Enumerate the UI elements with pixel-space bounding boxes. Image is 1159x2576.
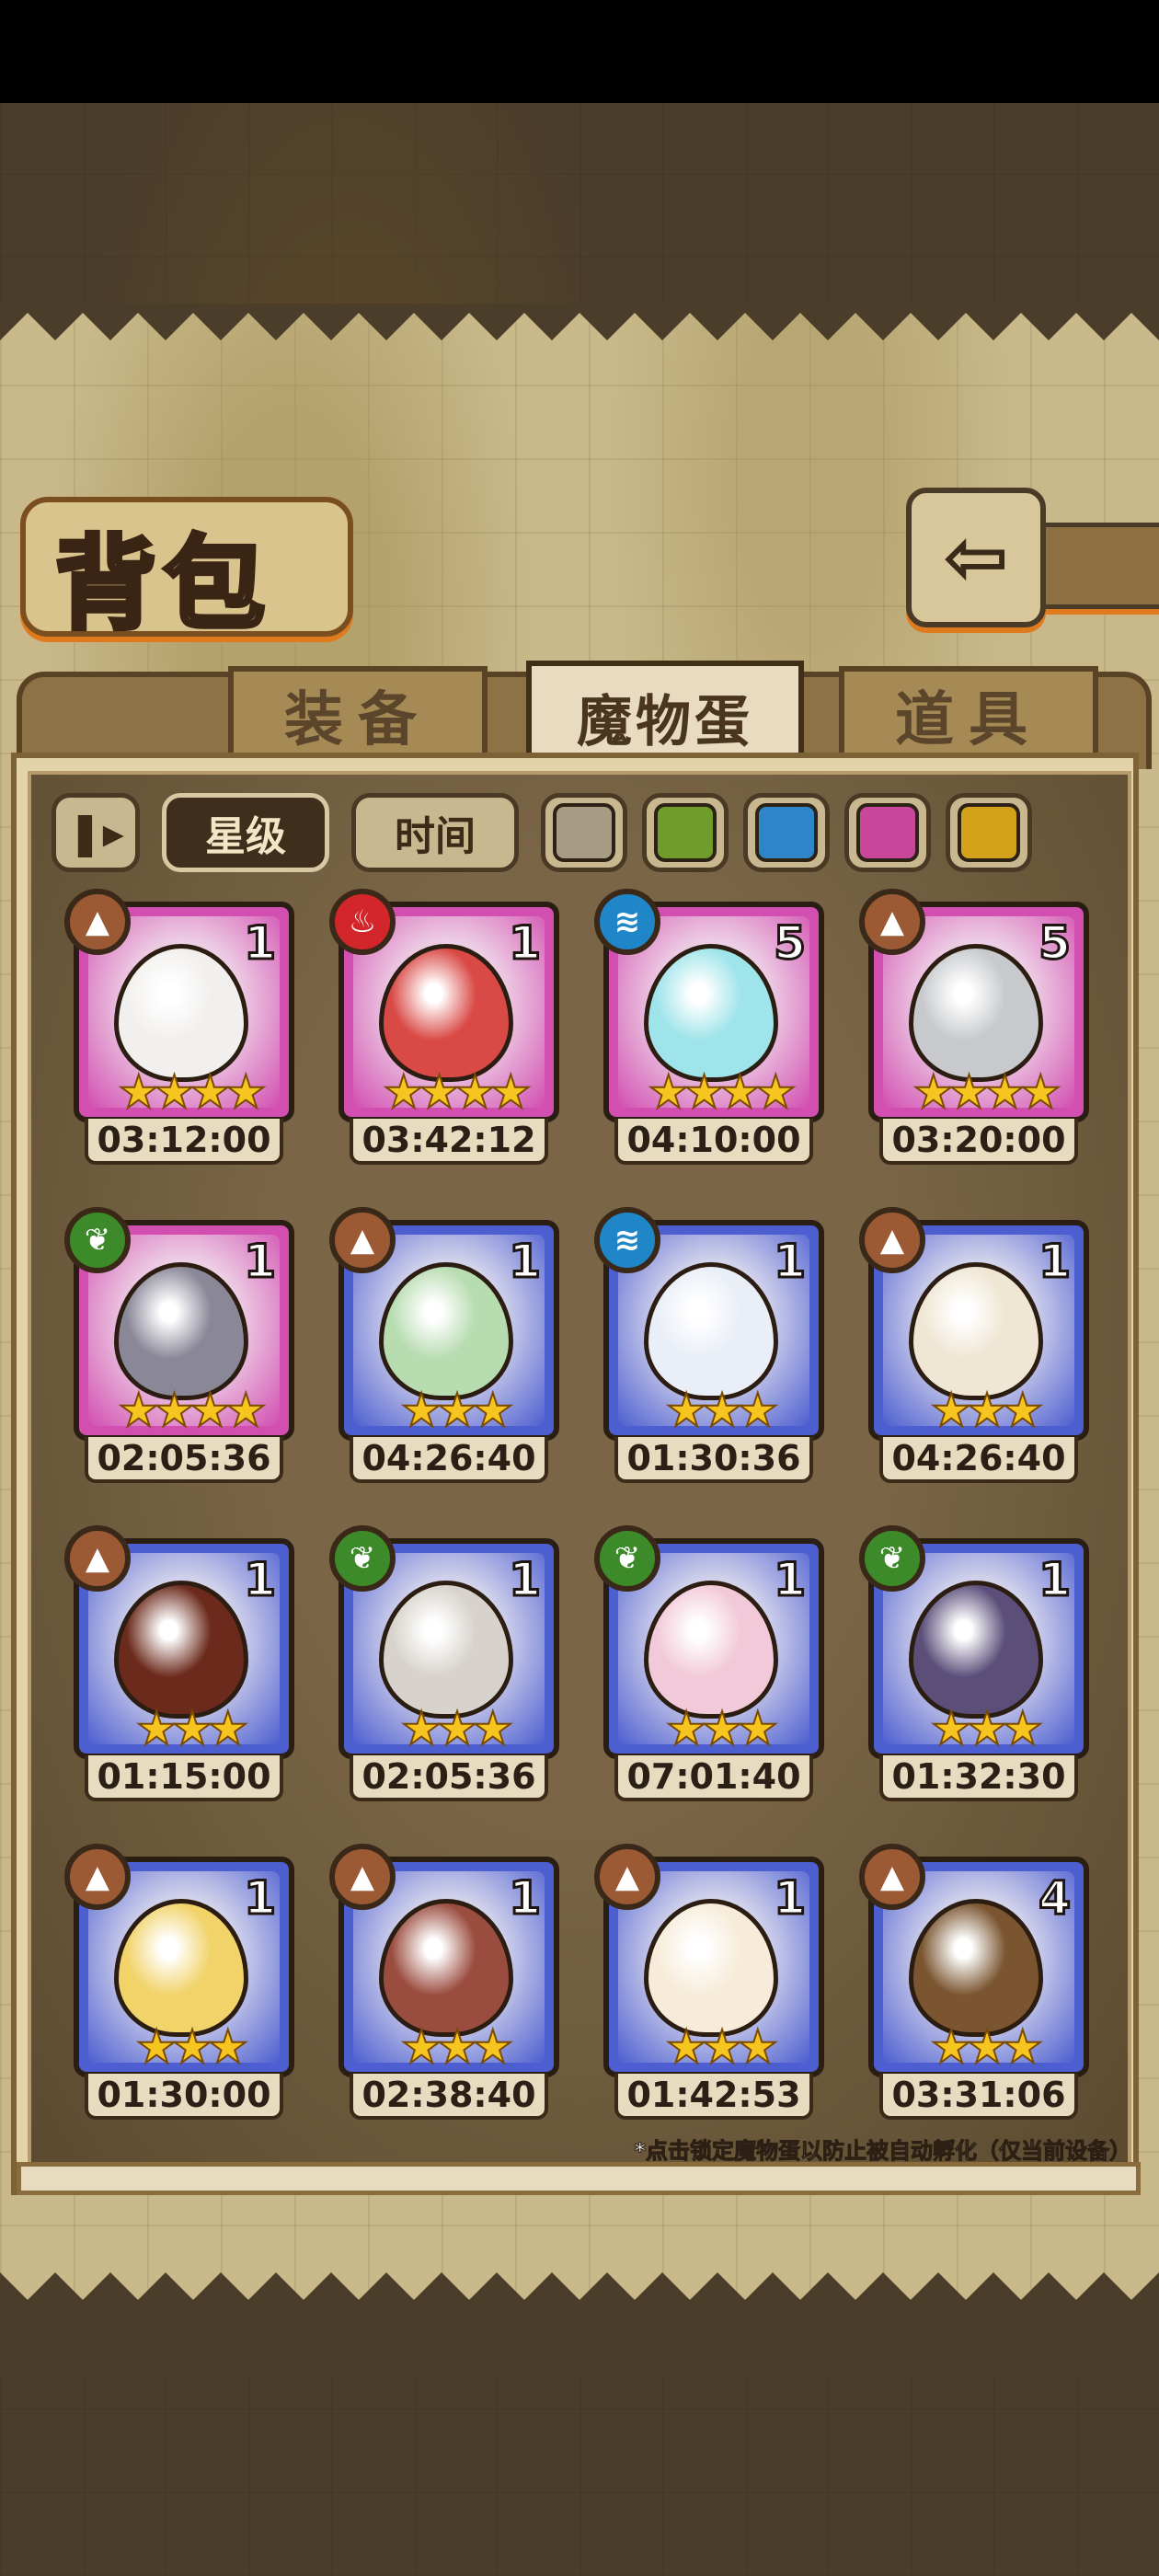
egg-count: 1 xyxy=(1038,1552,1073,1608)
hatch-timer: 01:42:53 xyxy=(614,2074,813,2120)
hatch-timer: 04:26:40 xyxy=(879,1437,1078,1483)
element-earth-icon: ▲ xyxy=(329,1844,396,1910)
element-earth-icon: ▲ xyxy=(64,1525,131,1592)
star-rating: ★★★★ xyxy=(117,1383,267,1438)
element-nature-icon: ❦ xyxy=(859,1525,925,1592)
element-earth-icon: ▲ xyxy=(859,1844,925,1910)
egg-count: 1 xyxy=(243,1234,278,1290)
egg-count: 1 xyxy=(1038,1234,1073,1290)
star-rating: ★★★★ xyxy=(382,1064,532,1120)
star-rating: ★★★ xyxy=(400,2019,514,2075)
egg-count: 1 xyxy=(773,1870,808,1926)
element-earth-icon: ▲ xyxy=(64,889,131,955)
hatch-timer: 01:30:00 xyxy=(85,2074,283,2120)
auto-hatch-footnote: *点击锁定魔物蛋以防止被自动孵化（仅当前设备） xyxy=(634,2138,1132,2165)
star-rating: ★★★ xyxy=(135,1701,249,1756)
star-rating: ★★★ xyxy=(665,2019,779,2075)
hatch-timer: 04:10:00 xyxy=(614,1119,813,1165)
hatch-timer: 03:42:12 xyxy=(350,1119,548,1165)
element-nature-icon: ❦ xyxy=(594,1525,660,1592)
star-rating: ★★★★ xyxy=(647,1064,797,1120)
star-rating: ★★★ xyxy=(930,1701,1044,1756)
element-fire-icon: ♨ xyxy=(329,889,396,955)
egg-count: 1 xyxy=(243,1870,278,1926)
egg-count: 1 xyxy=(508,915,543,972)
element-earth-icon: ▲ xyxy=(859,1207,925,1273)
star-rating: ★★★ xyxy=(665,1383,779,1438)
star-rating: ★★★ xyxy=(930,1383,1044,1438)
hatch-timer: 04:26:40 xyxy=(350,1437,548,1483)
hatch-timer: 03:12:00 xyxy=(85,1119,283,1165)
element-earth-icon: ▲ xyxy=(594,1844,660,1910)
egg-count: 1 xyxy=(773,1234,808,1290)
star-rating: ★★★ xyxy=(665,1701,779,1756)
egg-count: 1 xyxy=(508,1234,543,1290)
star-rating: ★★★ xyxy=(930,2019,1044,2075)
element-earth-icon: ▲ xyxy=(64,1844,131,1910)
egg-count: 1 xyxy=(508,1552,543,1608)
egg-count: 5 xyxy=(773,915,808,972)
star-rating: ★★★ xyxy=(135,2019,249,2075)
egg-count: 4 xyxy=(1038,1870,1073,1926)
star-rating: ★★★★ xyxy=(117,1064,267,1120)
egg-count: 1 xyxy=(508,1870,543,1926)
element-water-icon: ≋ xyxy=(594,889,660,955)
hatch-timer: 07:01:40 xyxy=(614,1755,813,1801)
hatch-timer: 03:31:06 xyxy=(879,2074,1078,2120)
hatch-timer: 01:30:36 xyxy=(614,1437,813,1483)
hatch-timer: 01:32:30 xyxy=(879,1755,1078,1801)
hatch-timer: 01:15:00 xyxy=(85,1755,283,1801)
hatch-timer: 02:05:36 xyxy=(85,1437,283,1483)
egg-count: 1 xyxy=(243,915,278,972)
element-nature-icon: ❦ xyxy=(64,1207,131,1273)
hatch-timer: 02:05:36 xyxy=(350,1755,548,1801)
element-nature-icon: ❦ xyxy=(329,1525,396,1592)
egg-count: 1 xyxy=(773,1552,808,1608)
star-rating: ★★★ xyxy=(400,1383,514,1438)
star-rating: ★★★★ xyxy=(912,1064,1061,1120)
hatch-timer: 02:38:40 xyxy=(350,2074,548,2120)
hatch-timer: 03:20:00 xyxy=(879,1119,1078,1165)
element-earth-icon: ▲ xyxy=(329,1207,396,1273)
panel-bottom-rail xyxy=(17,2162,1141,2195)
egg-count: 5 xyxy=(1038,915,1073,972)
star-rating: ★★★ xyxy=(400,1701,514,1756)
element-water-icon: ≋ xyxy=(594,1207,660,1273)
egg-count: 1 xyxy=(243,1552,278,1608)
element-earth-icon: ▲ xyxy=(859,889,925,955)
